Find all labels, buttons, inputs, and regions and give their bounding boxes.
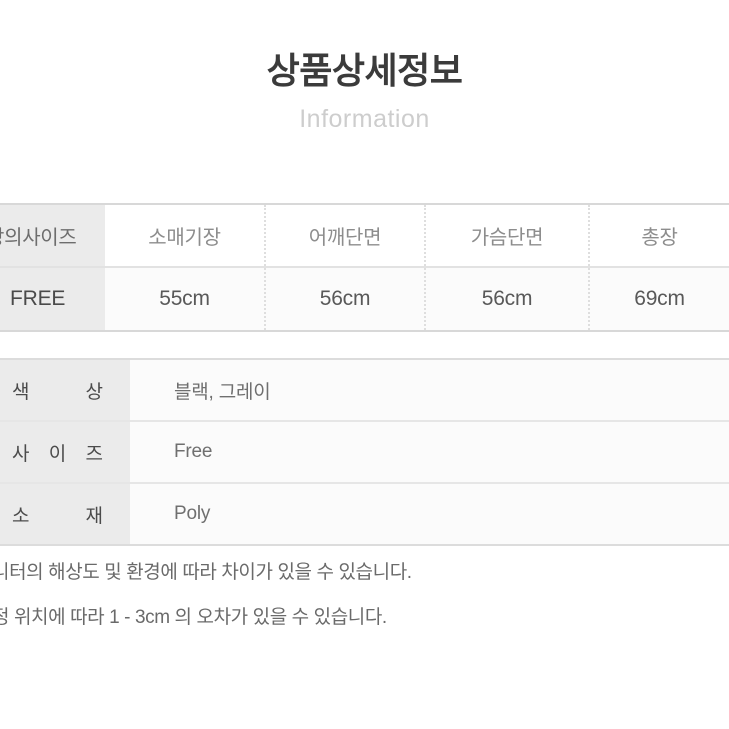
spec-label-size: 사 이 즈: [0, 420, 130, 483]
product-detail-page: 상품상세정보 Information 상의사이즈 소매기장 어깨단면 가슴단면: [0, 0, 729, 729]
size-table-label-header-text: 상의사이즈: [0, 227, 77, 249]
spec-label-color: 색 상: [0, 359, 130, 421]
size-table-row: FREE 55cm 56cm 56cm 69cm: [0, 267, 729, 331]
size-table-cell-2: 56cm: [424, 267, 589, 331]
spec-row-color: 색 상 블랙, 그레이: [0, 359, 729, 421]
size-table-col-header-3: 총장: [588, 204, 729, 268]
spec-value-material: Poly: [130, 482, 729, 545]
spec-table: 색 상 블랙, 그레이 사 이 즈 Free 소 재 Poly: [0, 358, 729, 546]
spec-table-container: 색 상 블랙, 그레이 사 이 즈 Free 소 재 Poly: [0, 358, 729, 546]
spec-label-color-text: 색 상: [12, 377, 104, 404]
size-table-label-header: 상의사이즈: [0, 204, 105, 268]
size-table-col-header-1: 어깨단면: [264, 204, 425, 268]
size-table: 상의사이즈 소매기장 어깨단면 가슴단면 총장 FREE 55cm 56cm 5…: [0, 203, 729, 332]
size-table-row-label-text: FREE: [10, 287, 66, 310]
spec-label-size-text: 사 이 즈: [12, 439, 104, 466]
footer-notes: 니터의 해상도 및 환경에 따라 차이가 있을 수 있습니다. 정 위치에 따라…: [0, 563, 729, 627]
spec-value-size: Free: [130, 420, 729, 483]
size-table-col-header-0: 소매기장: [105, 204, 265, 268]
spec-label-size-char-2: 즈: [85, 443, 104, 465]
size-table-col-header-2: 가슴단면: [424, 204, 589, 268]
size-table-row-label: FREE: [0, 267, 105, 331]
size-table-header-row: 상의사이즈 소매기장 어깨단면 가슴단면 총장: [0, 204, 729, 268]
spec-label-size-char-0: 사: [12, 443, 31, 465]
note-measurement-tolerance: 정 위치에 따라 1 - 3cm 의 오차가 있을 수 있습니다.: [0, 607, 387, 628]
page-title: 상품상세정보: [266, 50, 463, 91]
spec-label-material-char-1: 재: [85, 505, 104, 527]
spec-label-color-char-0: 색: [12, 381, 31, 403]
page-subtitle: Information: [299, 105, 430, 133]
spec-label-material-text: 소 재: [12, 501, 104, 528]
size-table-cell-3: 69cm: [588, 267, 729, 331]
spec-row-size: 사 이 즈 Free: [0, 420, 729, 483]
information-heading-block: 상품상세정보 Information: [0, 0, 729, 136]
size-table-container: 상의사이즈 소매기장 어깨단면 가슴단면 총장 FREE 55cm 56cm 5…: [0, 203, 729, 332]
spec-value-color: 블랙, 그레이: [130, 359, 729, 421]
spec-label-size-char-1: 이: [48, 443, 68, 465]
spec-label-material: 소 재: [0, 482, 130, 545]
note-monitor-color: 니터의 해상도 및 환경에 따라 차이가 있을 수 있습니다.: [0, 562, 412, 583]
spec-row-material: 소 재 Poly: [0, 482, 729, 545]
spec-label-color-char-1: 상: [85, 381, 104, 403]
size-table-cell-0: 55cm: [105, 267, 265, 331]
size-table-cell-1: 56cm: [264, 267, 425, 331]
spec-label-material-char-0: 소: [12, 505, 31, 527]
